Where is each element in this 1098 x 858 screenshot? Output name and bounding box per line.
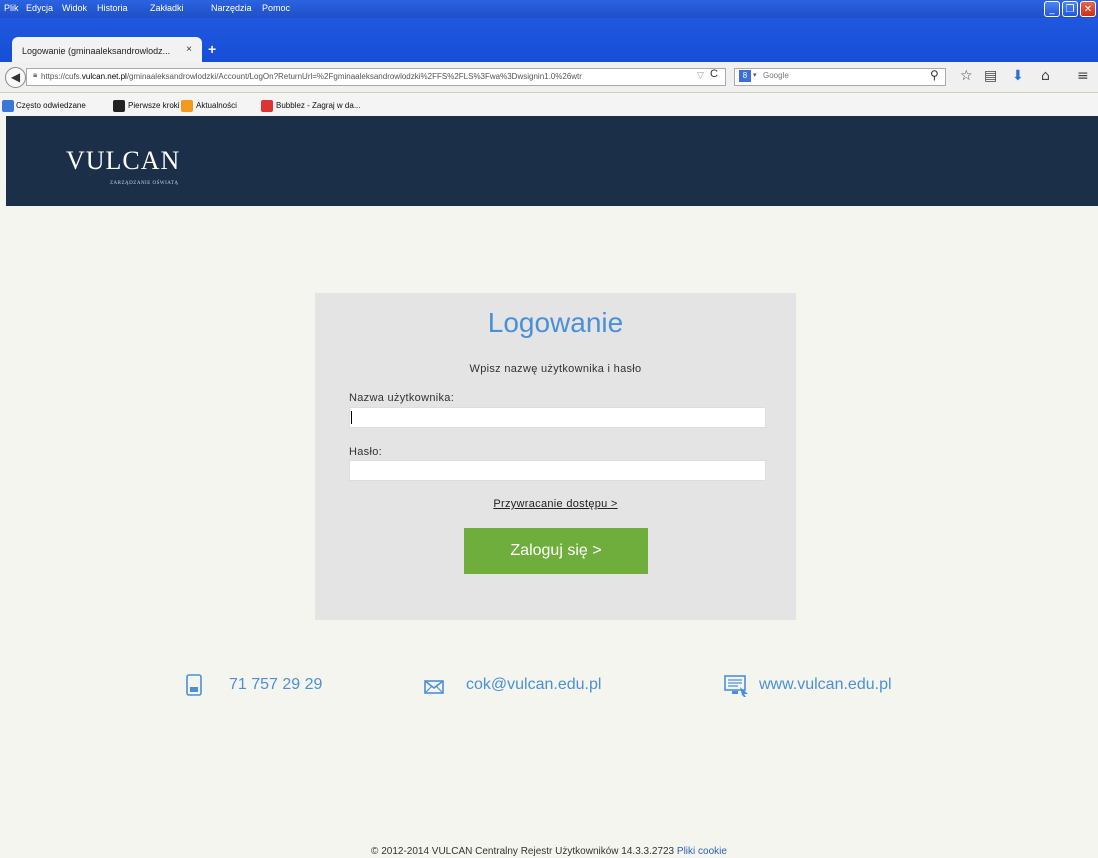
login-subtitle: Wpisz nazwę użytkownika i hasło: [469, 363, 642, 375]
mozilla-icon: [113, 100, 125, 112]
reload-icon[interactable]: C: [710, 68, 718, 80]
url-path: /gminaaleksandrowlodzki/Account/LogOn?Re…: [126, 72, 582, 81]
tab-title: Logowanie (gminaaleksandrowlodz...: [22, 46, 171, 56]
url-prefix: https://cufs.: [41, 72, 82, 81]
forgot-access-link[interactable]: Przywracanie dostępu >: [315, 498, 796, 510]
bookmark-frequent[interactable]: Często odwiedzane: [16, 101, 86, 110]
bubblez-icon: [261, 100, 273, 112]
url-domain: vulcan.net.pl: [81, 72, 127, 81]
minimize-button[interactable]: _: [1044, 1, 1060, 17]
login-button[interactable]: Zaloguj się >: [464, 528, 648, 574]
text-cursor: [351, 411, 352, 424]
login-title: Logowanie: [487, 307, 624, 338]
computer-icon: [724, 675, 748, 697]
footer: © 2012-2014 VULCAN Centralny Rejestr Uży…: [0, 846, 1098, 857]
frequently-visited-icon: [2, 100, 14, 112]
menu-help[interactable]: Pomoc: [262, 3, 290, 13]
search-engine-dropdown-icon[interactable]: ▾: [753, 71, 757, 79]
bookmark-news[interactable]: Aktualności: [196, 101, 237, 110]
close-window-button[interactable]: ✕: [1080, 1, 1096, 17]
menu-history[interactable]: Historia: [97, 3, 128, 13]
lock-icon: 🔒︎: [33, 70, 38, 79]
window-menu-bar: Plik Edycja Widok Historia Zakładki Narz…: [0, 0, 1098, 18]
url-dropdown-icon[interactable]: ▽: [697, 70, 704, 81]
bookmarks-list-icon[interactable]: ▤: [984, 68, 997, 84]
contact-email[interactable]: cok@vulcan.edu.pl: [466, 676, 601, 694]
bookmark-first-steps[interactable]: Pierwsze kroki: [128, 101, 180, 110]
bookmark-bubblez[interactable]: Bubblez - Zagraj w da...: [276, 101, 360, 110]
password-label: Hasło:: [349, 446, 382, 458]
search-placeholder: Google: [763, 71, 789, 80]
contact-website[interactable]: www.vulcan.edu.pl: [759, 676, 892, 694]
password-input[interactable]: [349, 460, 766, 481]
google-icon[interactable]: 8: [739, 70, 751, 82]
cookie-link[interactable]: Pliki cookie: [677, 846, 727, 857]
new-tab-button[interactable]: +: [208, 41, 216, 57]
url-bar[interactable]: https://cufs.vulcan.net.pl/gminaaleksand…: [26, 68, 726, 86]
email-icon: [424, 680, 444, 694]
tab-close-icon[interactable]: ×: [186, 44, 192, 55]
menu-file[interactable]: Plik: [4, 3, 19, 13]
tab-login[interactable]: Logowanie (gminaaleksandrowlodz... ×: [12, 37, 202, 63]
menu-bookmarks[interactable]: Zakładki: [150, 3, 184, 13]
menu-icon[interactable]: ≡: [1077, 68, 1089, 84]
rss-icon: [181, 100, 193, 112]
download-icon[interactable]: ⬇: [1012, 68, 1024, 84]
home-icon[interactable]: ⌂: [1041, 68, 1050, 84]
window-controls: _ ❐ ✕: [1044, 1, 1096, 17]
back-arrow-icon[interactable]: ◀: [5, 67, 26, 88]
footer-copyright: © 2012-2014 VULCAN Centralny Rejestr Uży…: [371, 846, 675, 857]
menu-edit[interactable]: Edycja: [26, 3, 53, 13]
menu-tools[interactable]: Narzędzia: [211, 3, 252, 13]
username-label: Nazwa użytkownika:: [349, 392, 455, 404]
search-icon[interactable]: ⚲: [930, 68, 939, 82]
contact-phone: 71 757 29 29: [229, 676, 323, 693]
vulcan-logo[interactable]: VULCAN: [66, 146, 180, 176]
logo-tagline: ZARZĄDZANIE OŚWIATĄ: [110, 181, 179, 186]
username-input[interactable]: [349, 407, 766, 428]
bookmark-star-icon[interactable]: ☆: [960, 68, 973, 84]
menu-view[interactable]: Widok: [62, 3, 87, 13]
maximize-button[interactable]: ❐: [1062, 1, 1078, 17]
phone-icon: [186, 674, 202, 696]
